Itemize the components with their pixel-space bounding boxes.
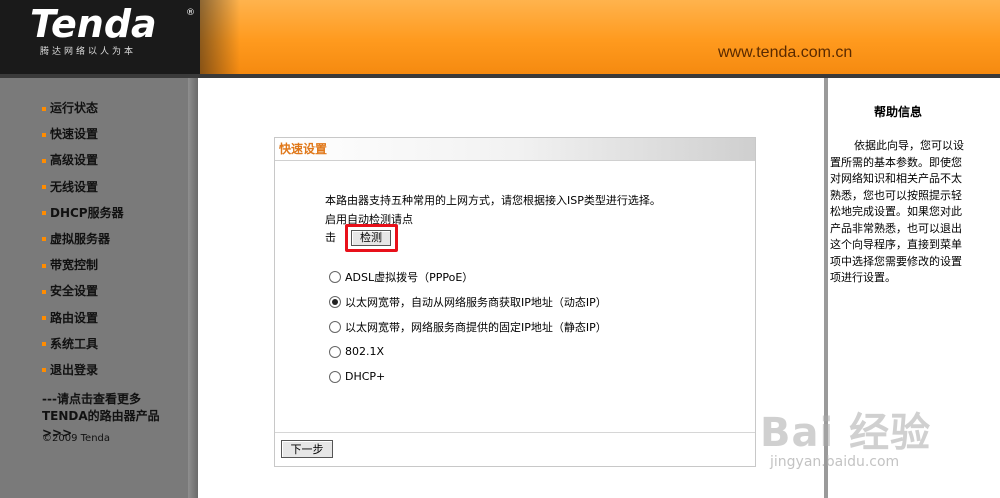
bullet-icon xyxy=(42,158,46,163)
sidebar-edge xyxy=(188,78,198,498)
radio-button[interactable] xyxy=(329,370,341,383)
option-label: DHCP+ xyxy=(345,370,386,383)
sidebar-item-wireless[interactable]: 无线设置 xyxy=(42,177,124,203)
radio-button[interactable] xyxy=(329,320,341,333)
sidebar-item-bandwidth[interactable]: 带宽控制 xyxy=(42,255,124,281)
bullet-icon xyxy=(42,316,46,320)
bullet-icon xyxy=(42,289,46,294)
sidebar-item-routing[interactable]: 路由设置 xyxy=(42,308,124,334)
logo-tagline: 腾达网络以人为本 xyxy=(40,47,137,57)
sidebar-item-label: 带宽控制 xyxy=(50,258,99,273)
bullet-icon xyxy=(42,132,46,137)
detect-button[interactable]: 检测 xyxy=(351,230,391,246)
copyright: ©2009 Tenda xyxy=(42,433,111,444)
more-link-line1: ---请点击查看更多 xyxy=(42,392,141,406)
option-label: ADSL虚拟拨号（PPPoE） xyxy=(345,270,474,284)
option-pppoe[interactable]: ADSL虚拟拨号（PPPoE） xyxy=(329,264,607,289)
nav-menu: 运行状态 快速设置 高级设置 无线设置 DHCP服务器 虚拟服务器 带宽控制 安… xyxy=(42,98,124,386)
sidebar-item-label: 快速设置 xyxy=(50,127,99,142)
next-step-button[interactable]: 下一步 xyxy=(281,440,333,458)
sidebar-item-virtual-server[interactable]: 虚拟服务器 xyxy=(42,229,124,255)
tenda-logo: Tenda xyxy=(30,2,157,46)
connection-type-options: ADSL虚拟拨号（PPPoE） 以太网宽带，自动从网络服务商获取IP地址（动态I… xyxy=(329,264,607,389)
panel-title: 快速设置 xyxy=(275,138,755,161)
option-8021x[interactable]: 802.1X xyxy=(329,339,607,364)
quick-setup-panel: 快速设置 本路由器支持五种常用的上网方式，请您根据接入ISP类型进行选择。 启用… xyxy=(274,137,756,467)
bullet-icon xyxy=(42,211,46,216)
sidebar: 运行状态 快速设置 高级设置 无线设置 DHCP服务器 虚拟服务器 带宽控制 安… xyxy=(0,78,188,498)
site-url: www.tenda.com.cn xyxy=(718,44,853,61)
sidebar-item-label: 高级设置 xyxy=(50,153,99,168)
bullet-icon xyxy=(42,263,46,268)
watermark-logo: Bai 经验 xyxy=(760,410,932,456)
option-label: 802.1X xyxy=(345,345,385,358)
header-banner: Tenda ® 腾达网络以人为本 www.tenda.com.cn xyxy=(0,0,1000,74)
bullet-icon xyxy=(42,106,46,111)
detect-hint-line2: 击 xyxy=(325,231,336,244)
option-dynamic-ip[interactable]: 以太网宽带，自动从网络服务商获取IP地址（动态IP） xyxy=(329,289,607,314)
registered-mark: ® xyxy=(186,8,195,18)
sidebar-item-label: 运行状态 xyxy=(50,101,99,115)
sidebar-item-label: DHCP服务器 xyxy=(50,205,124,220)
sidebar-item-status[interactable]: 运行状态 xyxy=(42,98,124,124)
sidebar-item-label: 无线设置 xyxy=(50,179,99,194)
main-content: 快速设置 本路由器支持五种常用的上网方式，请您根据接入ISP类型进行选择。 启用… xyxy=(198,78,824,498)
sidebar-item-label: 虚拟服务器 xyxy=(50,231,111,246)
sidebar-item-logout[interactable]: 退出登录 xyxy=(42,360,124,386)
option-static-ip[interactable]: 以太网宽带，网络服务商提供的固定IP地址（静态IP） xyxy=(329,314,607,339)
intro-text: 本路由器支持五种常用的上网方式，请您根据接入ISP类型进行选择。 xyxy=(325,194,661,207)
sidebar-item-label: 安全设置 xyxy=(50,284,99,299)
option-label: 以太网宽带，自动从网络服务商获取IP地址（动态IP） xyxy=(345,295,607,309)
sidebar-item-dhcp[interactable]: DHCP服务器 xyxy=(42,203,124,229)
sidebar-item-label: 路由设置 xyxy=(50,310,99,325)
sidebar-item-quick-setup[interactable]: 快速设置 xyxy=(42,124,124,150)
radio-button[interactable] xyxy=(329,270,341,283)
bullet-icon xyxy=(42,237,46,242)
help-title: 帮助信息 xyxy=(873,105,922,119)
radio-button-selected[interactable] xyxy=(329,295,341,308)
radio-button[interactable] xyxy=(329,345,341,358)
help-text: 依据此向导，您可以设置所需的基本参数。即使您对网络知识和相关产品不太熟悉，您也可… xyxy=(830,139,964,284)
baidu-watermark: Bai 经验 jingyan.baidu.com xyxy=(760,400,931,470)
sidebar-item-system-tools[interactable]: 系统工具 xyxy=(42,334,124,360)
sidebar-item-label: 退出登录 xyxy=(50,362,99,377)
sidebar-item-label: 系统工具 xyxy=(50,336,99,351)
bullet-icon xyxy=(42,342,46,347)
sidebar-item-security[interactable]: 安全设置 xyxy=(42,281,124,307)
bullet-icon xyxy=(42,368,46,373)
bullet-icon xyxy=(42,185,46,190)
sidebar-item-advanced[interactable]: 高级设置 xyxy=(42,150,124,176)
panel-footer: 下一步 xyxy=(275,432,755,466)
option-dhcp-plus[interactable]: DHCP+ xyxy=(329,364,607,389)
option-label: 以太网宽带，网络服务商提供的固定IP地址（静态IP） xyxy=(345,320,607,334)
